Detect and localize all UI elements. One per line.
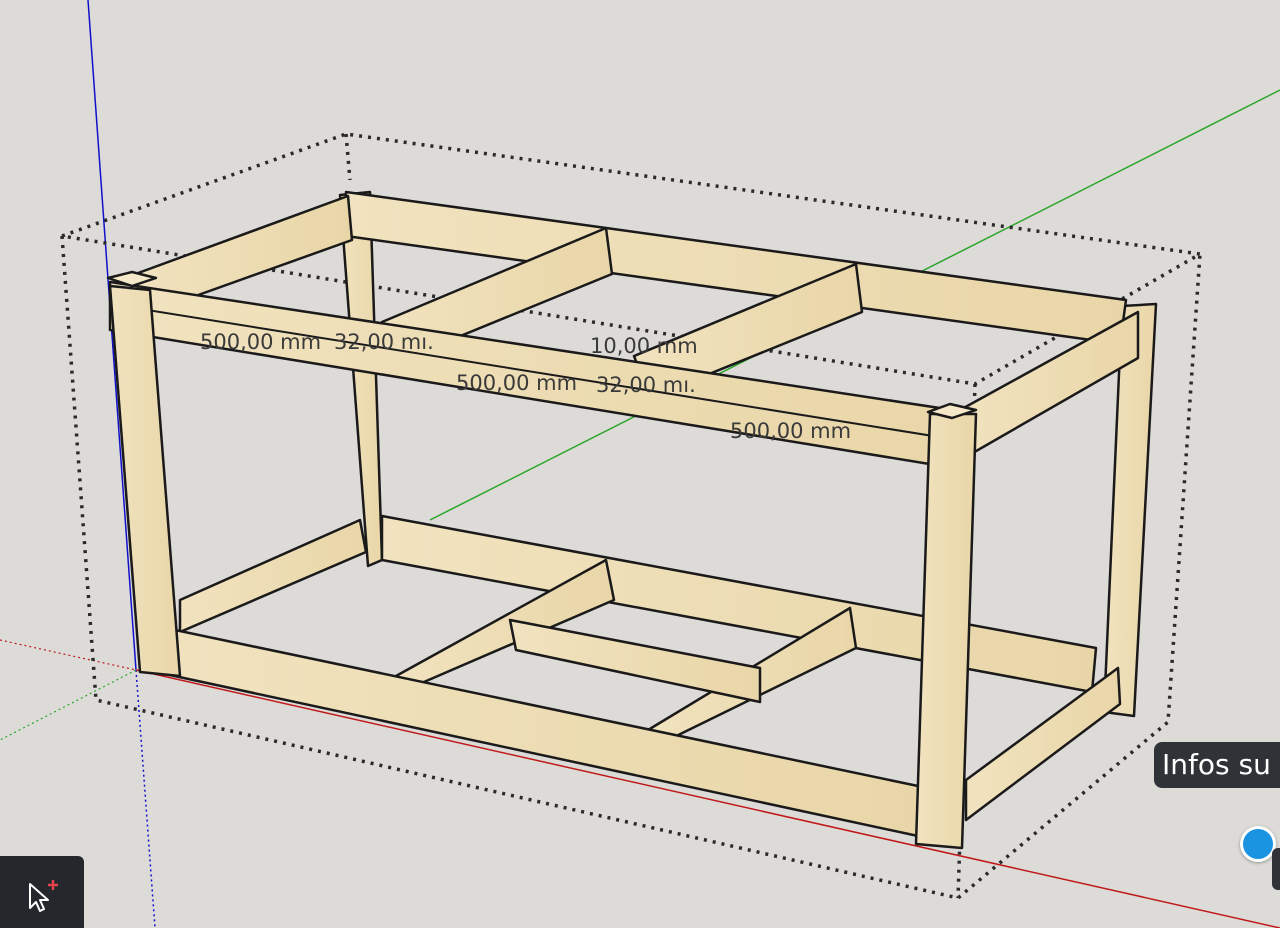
entity-info-tooltip[interactable]: Infos su xyxy=(1154,742,1280,788)
axis-x-dotted xyxy=(0,639,137,671)
select-add-icon xyxy=(29,880,58,912)
side-panel-tab[interactable] xyxy=(1272,848,1280,890)
selection-handle[interactable] xyxy=(1240,826,1276,862)
dimension-label: 10,00 mm xyxy=(590,334,698,358)
bottom-left-rail xyxy=(178,518,368,634)
dimension-label: 32,00 mı. xyxy=(596,373,696,397)
model-axes xyxy=(0,0,1280,928)
dimension-label: 500,00 mm xyxy=(200,330,321,354)
workbench-frame[interactable] xyxy=(106,190,1158,850)
select-tool-button[interactable] xyxy=(0,856,84,928)
axis-z-dotted xyxy=(135,669,156,928)
dimension-label: 500,00 mm xyxy=(730,419,851,443)
3d-viewport[interactable]: 500,00 mm 32,00 mı. 10,00 mm 500,00 mm 3… xyxy=(0,0,1280,928)
front-left-leg xyxy=(108,284,182,678)
bottom-right-rail xyxy=(964,666,1122,822)
axis-y-dotted xyxy=(0,669,137,741)
back-left-leg xyxy=(338,190,384,568)
dimension-label: 500,00 mm xyxy=(456,371,577,395)
bottom-crossbar xyxy=(508,618,762,704)
dimension-label: 32,00 mı. xyxy=(334,330,434,354)
